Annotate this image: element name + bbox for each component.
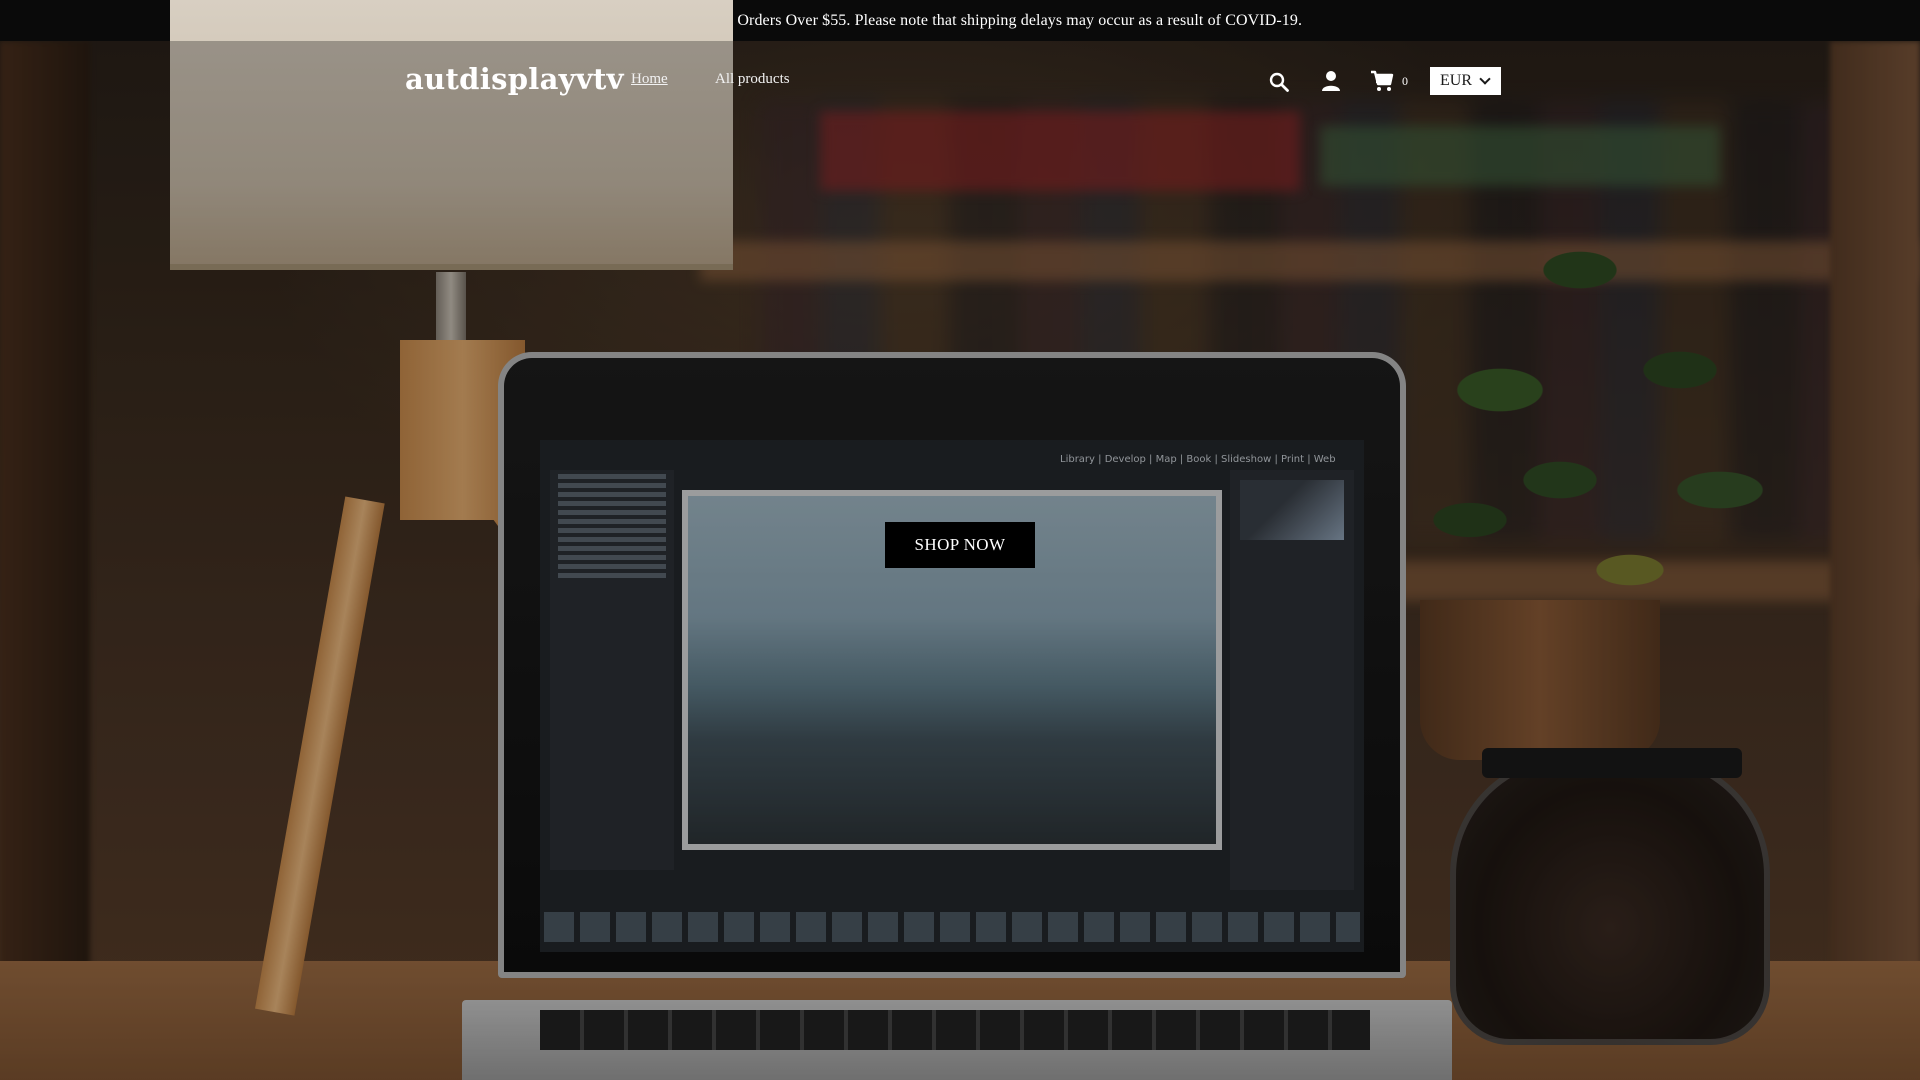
site-logo[interactable]: autdisplayvtv — [405, 62, 624, 96]
cart-count: 0 — [1402, 74, 1408, 88]
currency-select[interactable]: EUR — [1430, 67, 1501, 95]
user-icon[interactable] — [1321, 70, 1341, 92]
nav-all-products[interactable]: All products — [715, 71, 790, 88]
chevron-down-icon — [1479, 73, 1491, 85]
search-icon[interactable] — [1268, 71, 1290, 93]
nav-home[interactable]: Home — [631, 71, 668, 88]
shop-now-button[interactable]: SHOP NOW — [885, 522, 1035, 568]
currency-selected: EUR — [1440, 72, 1472, 89]
cart-icon[interactable] — [1370, 70, 1394, 92]
site-header — [0, 41, 1920, 121]
